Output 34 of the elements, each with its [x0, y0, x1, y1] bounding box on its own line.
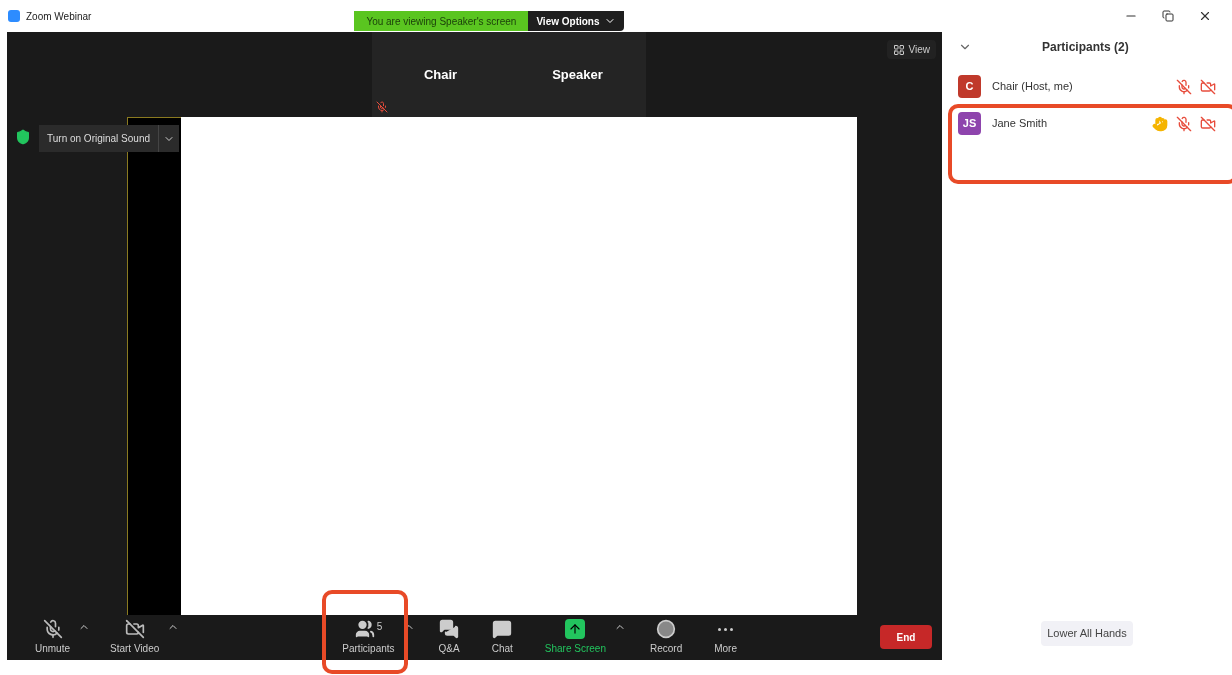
toolbar-button[interactable]: Chat [483, 615, 521, 656]
close-icon[interactable] [1198, 9, 1212, 23]
toolbar-button[interactable]: Share Screen [536, 615, 614, 656]
grid-icon [892, 43, 905, 56]
avatar: C [958, 75, 981, 98]
shield-icon [15, 129, 31, 145]
participant-count: 5 [376, 620, 383, 634]
muted-mic-icon [42, 619, 63, 639]
toolbar-button[interactable]: Record [641, 615, 691, 656]
window-title: Zoom Webinar [26, 9, 92, 24]
toolbar-button[interactable]: More [706, 615, 745, 656]
more-icon [718, 627, 734, 631]
toolbar-button[interactable]: Unmute [27, 615, 78, 656]
record-icon [656, 619, 677, 639]
people-icon [354, 619, 375, 639]
app-icon [8, 10, 20, 22]
panel-title: Participants (2) [1042, 39, 1129, 56]
toolbar-button[interactable]: Start Video [102, 615, 168, 656]
video-thumbnail[interactable]: Chair [372, 32, 509, 117]
chat-icon [492, 619, 513, 639]
participant-name: Chair (Host, me) [992, 79, 1073, 95]
view-button[interactable]: View [886, 40, 936, 59]
toolbar-button[interactable]: 5 Participants [334, 615, 403, 656]
end-button[interactable]: End [880, 625, 932, 649]
video-off-icon [124, 619, 145, 639]
toolbar-button[interactable]: Q&A [430, 615, 468, 656]
viewing-banner: You are viewing Speaker's screen [354, 11, 529, 31]
participant-name: Jane Smith [992, 116, 1048, 132]
speech-bubbles-icon [439, 619, 460, 639]
avatar: JS [958, 112, 981, 135]
video-thumbnail[interactable]: Speaker [509, 32, 646, 117]
lower-all-hands-button[interactable]: Lower All Hands [1041, 621, 1133, 646]
restore-icon[interactable] [1162, 10, 1174, 22]
view-options-button[interactable]: View Options [528, 11, 624, 31]
